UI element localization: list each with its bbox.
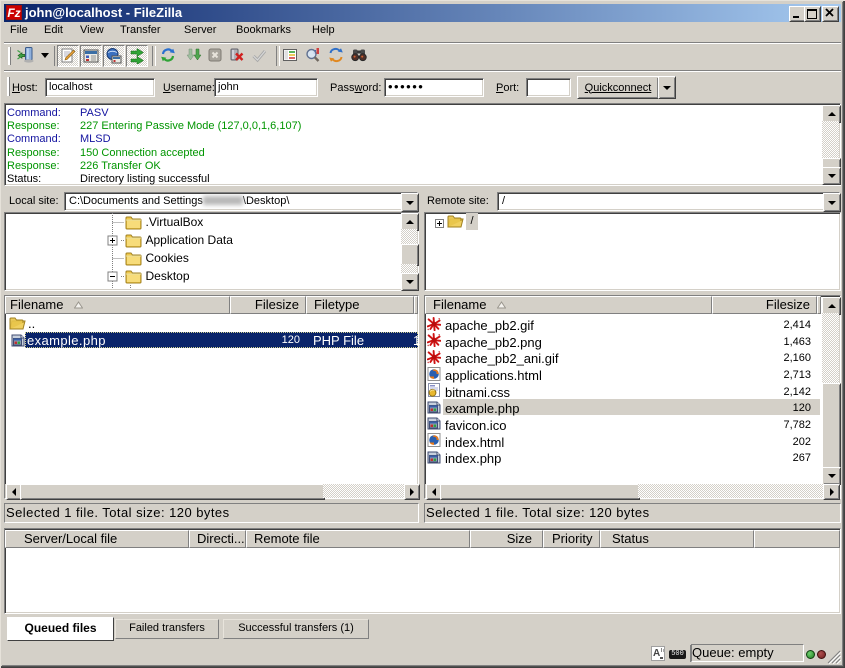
svg-text:Desktop: Desktop bbox=[146, 269, 190, 283]
svg-text:Application Data: Application Data bbox=[146, 233, 234, 247]
svg-text:Cookies: Cookies bbox=[146, 251, 189, 265]
svg-text:.VirtualBox: .VirtualBox bbox=[146, 215, 204, 229]
